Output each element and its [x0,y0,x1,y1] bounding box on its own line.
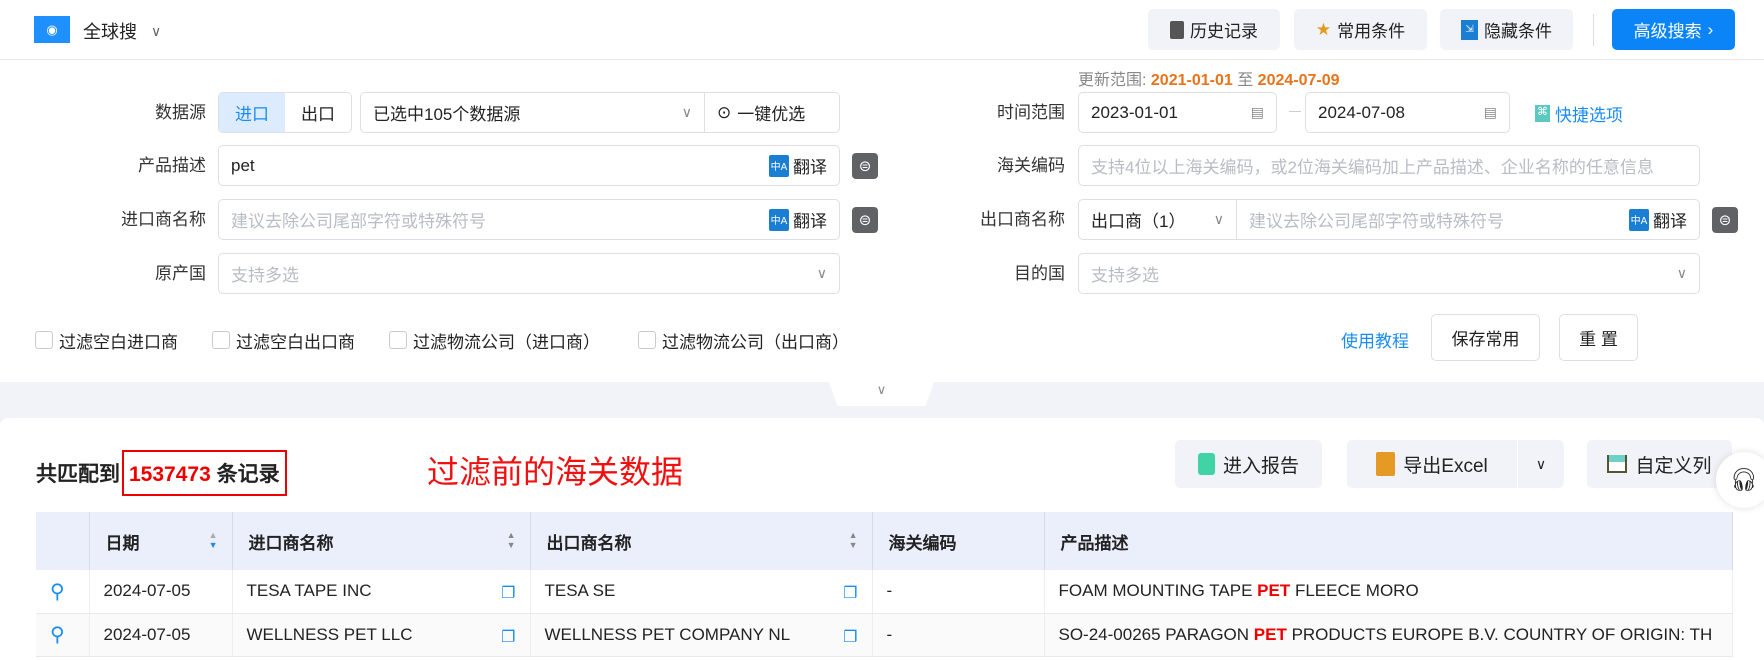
export-excel-button[interactable]: 导出Excel [1347,440,1517,488]
star-icon: ★ [1315,19,1332,39]
translate-icon: 中A [769,208,789,231]
columns-icon [1607,455,1628,473]
report-button[interactable]: 进入报告 [1175,440,1322,488]
sort-icon: ▲ ▼ [506,530,516,550]
column-date[interactable]: 日期 ▲ ▼ [89,512,233,570]
chevron-down-icon: ∨ [681,104,692,120]
chevron-down-icon: ∨ [151,22,162,39]
exporter-input[interactable]: 建议去除公司尾部字符或特殊符号 中A 翻译 [1236,199,1700,240]
annotation-text: 过滤前的海关数据 [427,453,684,491]
globe-icon: ◉ [34,16,70,43]
filter-logistics-exporter-checkbox[interactable]: 过滤物流公司（出口商） [638,328,849,352]
export-dropdown[interactable]: ∨ [1518,440,1564,488]
support-headset-icon[interactable]: 🎧︎ [1716,452,1764,508]
command-icon: ⌘ [1535,105,1550,122]
chevron-down-icon: ∨ [876,382,887,397]
results-summary: 共匹配到 1537473 条记录 [36,450,287,496]
origin-select[interactable]: 支持多选 ∨ [218,253,840,294]
datasource-label: 数据源 [155,103,206,122]
translate-icon: 中A [1629,208,1649,231]
search-detail-icon[interactable]: ⊜ [852,207,878,233]
translate-icon: 中A [769,154,789,177]
copy-icon[interactable]: ❐ [501,627,515,647]
result-count-box: 1537473 条记录 [122,450,287,496]
translate-button[interactable]: 中A 翻译 [1629,207,1687,232]
chevron-down-icon: ∨ [1213,211,1224,227]
copy-icon[interactable]: ❐ [843,583,857,603]
filter-blank-importer-checkbox[interactable]: 过滤空白进口商 [35,328,178,352]
exporter-label: 出口商名称 [980,210,1065,229]
origin-label: 原产国 [155,264,206,283]
collapse-toggle[interactable]: ∨ [829,382,934,406]
chevron-down-icon: ∨ [816,265,827,281]
chevron-down-icon: ∨ [1535,455,1547,472]
app-title: 全球搜 [83,22,137,42]
results-table: 日期 ▲ ▼ 进口商名称 ▲ ▼ 出口商名称 ▲ ▼ 海关编码 产品描述 ⚲ 2024-07… [36,512,1733,657]
quick-options-link[interactable]: ⌘ 快捷选项 [1535,101,1623,126]
reset-button[interactable]: 重 置 [1559,314,1638,361]
app-switcher[interactable]: 全球搜 ∨ [83,18,161,44]
one-click-button[interactable]: ⊙ 一键优选 [704,92,840,133]
calendar-icon: ▤ [1250,104,1264,120]
saved-conditions-button[interactable]: ★ 常用条件 [1294,9,1427,50]
product-label: 产品描述 [138,156,206,175]
collapse-icon: ⇲ [1461,19,1478,40]
date-separator [1289,111,1301,112]
chevron-down-icon: ∨ [1676,265,1687,281]
time-range-label: 时间范围 [997,103,1065,122]
table-row: ⚲ 2024-07-05 TESA TAPE INC ❐ TESA SE ❐ - F… [36,570,1733,614]
translate-button[interactable]: 中A 翻译 [769,207,827,232]
update-range: 更新范围: 2021-01-01 至 2024-07-09 [1078,72,1340,89]
importer-label: 进口商名称 [121,210,206,229]
sort-icon: ▲ ▼ [208,530,218,550]
hs-code-input[interactable]: 支持4位以上海关编码，或2位海关编码加上产品描述、企业名称的任意信息 [1078,145,1700,186]
hs-code-label: 海关编码 [997,156,1065,175]
export-tab[interactable]: 出口 [285,93,351,132]
search-detail-icon[interactable]: ⊜ [1712,207,1738,233]
action-column-header [36,512,90,570]
custom-columns-button[interactable]: 自定义列 [1587,440,1732,488]
column-hs-code: 海关编码 [872,512,1045,570]
sort-icon: ▲ ▼ [848,530,858,550]
search-button[interactable]: 搜 索 [1657,314,1735,361]
history-icon [1170,20,1184,39]
trade-direction-toggle: 进口 出口 [218,92,352,133]
check-circle-icon: ⊙ [717,102,732,122]
column-description: 产品描述 [1044,512,1733,570]
search-detail-icon[interactable]: ⊜ [852,153,878,179]
divider [1593,14,1594,46]
translate-button[interactable]: 中A 翻译 [769,153,827,178]
report-icon [1197,453,1215,475]
column-exporter[interactable]: 出口商名称 ▲ ▼ [530,512,873,570]
product-input[interactable]: pet 中A 翻译 [218,145,840,186]
destination-label: 目的国 [1014,264,1065,283]
import-tab[interactable]: 进口 [219,93,285,132]
date-to-input[interactable]: 2024-07-08 ▤ [1305,92,1510,133]
export-icon [1376,452,1396,476]
chevron-right-icon: › [1707,19,1714,39]
tutorial-link[interactable]: 使用教程 [1341,327,1409,352]
advanced-search-button[interactable]: 高级搜索 › [1612,9,1735,50]
search-icon[interactable]: ⚲ [36,570,90,614]
importer-input[interactable]: 建议去除公司尾部字符或特殊符号 中A 翻译 [218,199,840,240]
save-common-button[interactable]: 保存常用 [1431,314,1540,361]
copy-icon[interactable]: ❐ [501,583,515,603]
filter-blank-exporter-checkbox[interactable]: 过滤空白出口商 [212,328,355,352]
calendar-icon: ▤ [1483,104,1497,120]
table-header: 日期 ▲ ▼ 进口商名称 ▲ ▼ 出口商名称 ▲ ▼ 海关编码 产品描述 [36,512,1733,570]
datasource-select[interactable]: 已选中105个数据源 ∨ [360,92,705,133]
filter-logistics-importer-checkbox[interactable]: 过滤物流公司（进口商） [389,328,600,352]
column-importer[interactable]: 进口商名称 ▲ ▼ [232,512,531,570]
copy-icon[interactable]: ❐ [843,627,857,647]
table-row: ⚲ 2024-07-05 WELLNESS PET LLC ❐ WELLNESS … [36,613,1733,657]
search-icon[interactable]: ⚲ [36,613,90,657]
history-button[interactable]: 历史记录 [1148,9,1280,50]
date-from-input[interactable]: 2023-01-01 ▤ [1078,92,1277,133]
exporter-type-select[interactable]: 出口商（1） ∨ [1078,199,1237,240]
destination-select[interactable]: 支持多选 ∨ [1078,253,1700,294]
hide-conditions-button[interactable]: ⇲ 隐藏条件 [1440,9,1573,50]
